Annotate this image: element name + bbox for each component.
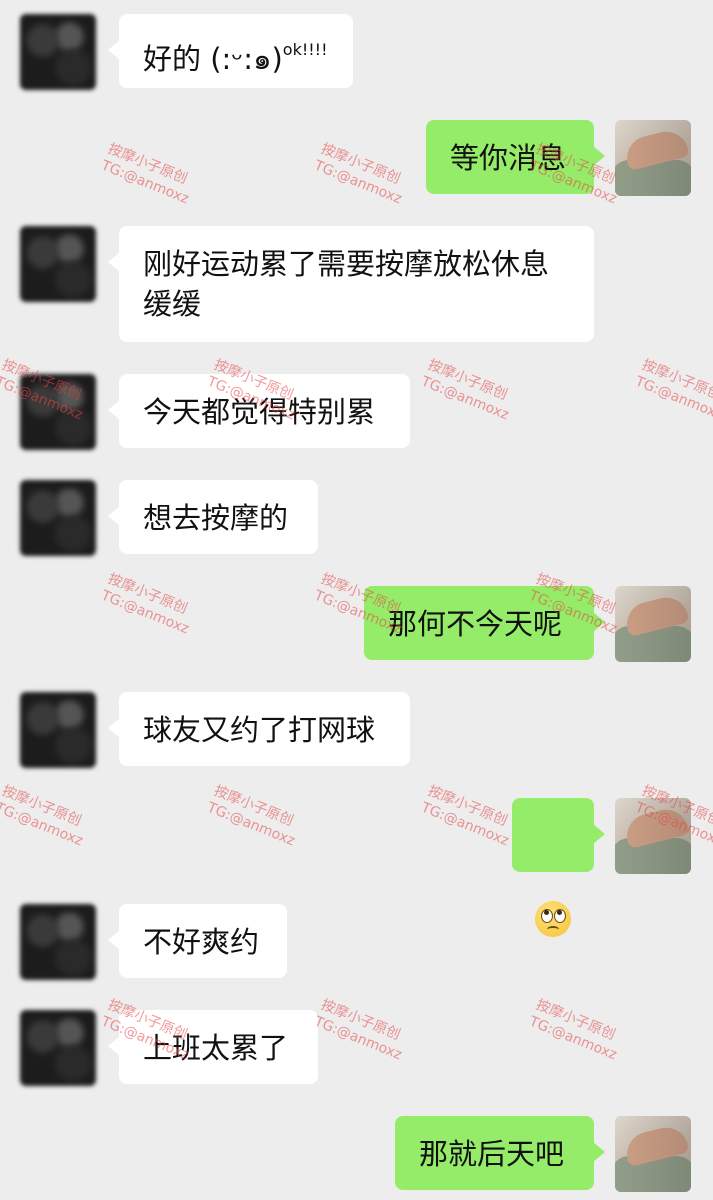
message-text: 想去按摩的: [143, 501, 289, 535]
watermark: 按摩小子原创 TG:@anmoxz: [526, 996, 620, 1064]
face-with-rolling-eyes-emoji: [535, 901, 571, 937]
self-avatar[interactable]: [615, 586, 691, 662]
message-text: 那何不今天呢: [388, 607, 563, 641]
message-bubble[interactable]: 上班太累了: [108, 1010, 318, 1084]
message-bubble[interactable]: 那就后天吧: [395, 1116, 605, 1190]
watermark: 按摩小子原创 TG:@anmoxz: [418, 356, 512, 424]
contact-avatar[interactable]: [20, 374, 96, 450]
message-text: 今天都觉得特别累: [143, 395, 376, 429]
message-text: 等你消息: [450, 141, 567, 175]
message-bubble[interactable]: 不好爽约: [108, 904, 287, 978]
self-avatar[interactable]: [615, 120, 691, 196]
contact-avatar[interactable]: [20, 904, 96, 980]
watermark: 按摩小子原创 TG:@anmoxz: [204, 782, 298, 850]
contact-avatar[interactable]: [20, 226, 96, 302]
watermark: 按摩小子原创 TG:@anmoxz: [632, 356, 713, 424]
message-bubble[interactable]: [512, 798, 605, 937]
message-text: 不好爽约: [143, 925, 260, 959]
message-bubble[interactable]: 想去按摩的: [108, 480, 318, 554]
message-bubble[interactable]: 等你消息: [426, 120, 605, 194]
message-text: 上班太累了: [143, 1031, 289, 1065]
message-bubble[interactable]: 今天都觉得特别累: [108, 374, 410, 448]
message-bubble[interactable]: 球友又约了打网球: [108, 692, 410, 766]
contact-avatar[interactable]: [20, 692, 96, 768]
message-bubble[interactable]: 那何不今天呢: [364, 586, 605, 660]
message-text: 刚好运动累了需要按摩放松休息 缓缓: [143, 247, 550, 321]
contact-avatar[interactable]: [20, 1010, 96, 1086]
message-text: 那就后天吧: [419, 1137, 565, 1171]
message-bubble[interactable]: 好的 (:ᵕ:๑)ok!!!!: [108, 14, 353, 88]
message-text: 球友又约了打网球: [143, 713, 376, 747]
self-avatar[interactable]: [615, 1116, 691, 1192]
contact-avatar[interactable]: [20, 480, 96, 556]
watermark: 按摩小子原创 TG:@anmoxz: [98, 570, 192, 638]
watermark: 按摩小子原创 TG:@anmoxz: [98, 140, 192, 208]
message-superscript: ok!!!!: [282, 40, 328, 59]
watermark: 按摩小子原创 TG:@anmoxz: [0, 782, 86, 850]
contact-avatar[interactable]: [20, 14, 96, 90]
message-text: 好的 (:ᵕ:๑): [143, 42, 283, 76]
watermark: 按摩小子原创 TG:@anmoxz: [311, 140, 405, 208]
watermark: 按摩小子原创 TG:@anmoxz: [418, 782, 512, 850]
message-bubble[interactable]: 刚好运动累了需要按摩放松休息 缓缓: [108, 226, 594, 342]
watermark: 按摩小子原创 TG:@anmoxz: [311, 996, 405, 1064]
self-avatar[interactable]: [615, 798, 691, 874]
